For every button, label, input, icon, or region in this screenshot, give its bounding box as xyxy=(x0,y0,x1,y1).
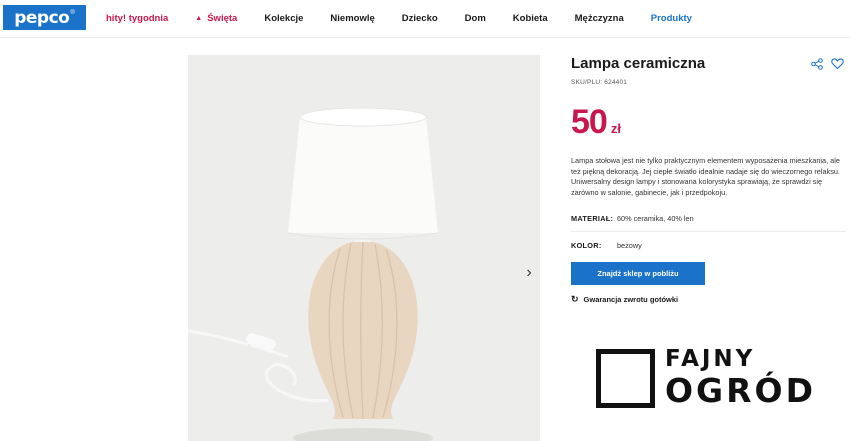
nav-item-mezczyzna[interactable]: Mężczyzna xyxy=(575,13,624,24)
nav-item-hity-tygodnia[interactable]: hity! tygodnia xyxy=(106,13,168,24)
attribute-row-material: MATERIAŁ: 60% ceramika, 40% len xyxy=(571,206,846,232)
product-price: 50 zł xyxy=(571,103,846,142)
product-sku: SKU/PLU: 624401 xyxy=(571,79,628,86)
nav-item-kobieta[interactable]: Kobieta xyxy=(513,13,548,24)
price-currency: zł xyxy=(610,121,621,136)
nav-item-produkty[interactable]: Produkty xyxy=(651,13,692,24)
nav-item-dziecko[interactable]: Dziecko xyxy=(402,13,438,24)
nav-item-swieta-label: Święta xyxy=(207,13,238,24)
bell-icon: ▲ xyxy=(195,15,203,22)
product-info: Lampa ceramiczna SKU/PLU: 624401 50 zł L… xyxy=(571,55,846,258)
top-navigation-bar: pepco ® hity! tygodnia ▲ Święta Kolekcje … xyxy=(0,0,850,38)
gallery-next-button[interactable]: › xyxy=(518,262,540,284)
attribute-value: 60% ceramika, 40% len xyxy=(617,214,694,223)
nav-item-swieta[interactable]: ▲ Święta xyxy=(195,13,237,24)
watermark-square-mark xyxy=(596,349,655,408)
watermark-line-1: FAJNY xyxy=(665,346,756,372)
chevron-right-icon: › xyxy=(526,264,532,281)
attribute-row-color: KOLOR: beżowy xyxy=(571,232,846,258)
product-image[interactable] xyxy=(188,55,540,441)
pepco-logo[interactable]: pepco ® xyxy=(3,5,86,30)
watermark-line-2: OGRÓD xyxy=(665,371,816,410)
share-icon[interactable] xyxy=(811,58,823,70)
product-description: Lampa stołowa jest nie tylko praktycznym… xyxy=(571,156,840,197)
money-back-guarantee-link[interactable]: ↻ Gwarancja zwrotu gotówki xyxy=(571,294,678,305)
logo-text: pepco xyxy=(14,7,70,28)
fajny-ogrod-watermark: FAJNY OGRÓD xyxy=(596,346,836,410)
refresh-icon: ↻ xyxy=(571,294,579,304)
main-nav: hity! tygodnia ▲ Święta Kolekcje Niemowl… xyxy=(106,13,719,24)
nav-item-niemowle[interactable]: Niemowlę xyxy=(330,13,374,24)
heart-icon[interactable] xyxy=(831,57,844,70)
nav-item-dom[interactable]: Dom xyxy=(465,13,486,24)
attribute-value: beżowy xyxy=(617,240,642,250)
nav-item-kolekcje[interactable]: Kolekcje xyxy=(264,13,303,24)
price-amount: 50 xyxy=(571,103,608,141)
lamp-illustration xyxy=(188,55,540,441)
guarantee-label: Gwarancja zwrotu gotówki xyxy=(583,295,679,304)
find-store-button[interactable]: Znajdź sklep w pobliżu xyxy=(571,262,705,285)
product-title: Lampa ceramiczna xyxy=(571,55,706,72)
attribute-label: MATERIAŁ: xyxy=(571,214,614,223)
logo-registered-mark: ® xyxy=(70,9,75,16)
attribute-label: KOLOR: xyxy=(571,240,602,250)
